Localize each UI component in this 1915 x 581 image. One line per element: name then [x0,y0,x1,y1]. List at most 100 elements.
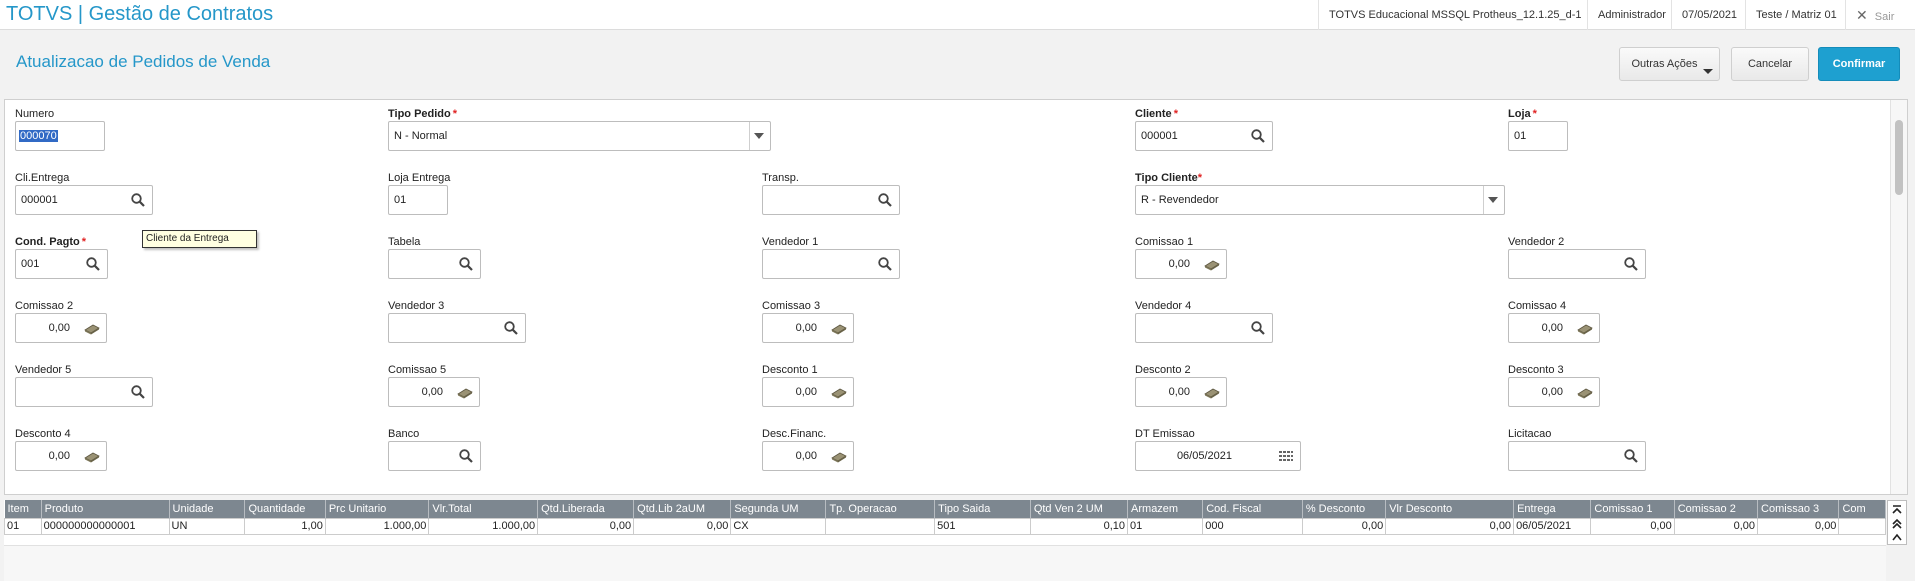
calculator-icon[interactable] [457,384,473,400]
column-header[interactable]: Qtd Ven 2 UM [1030,500,1129,518]
column-header[interactable]: % Desconto [1302,500,1387,518]
search-icon[interactable] [1250,320,1266,336]
transp-input[interactable] [762,185,900,215]
search-icon[interactable] [1250,128,1266,144]
banco-input[interactable] [388,441,481,471]
calculator-icon[interactable] [84,448,100,464]
vendedor1-input[interactable] [762,249,900,279]
comissao4-input[interactable]: 0,00 [1508,313,1600,343]
grid-cell[interactable]: UN [168,517,246,535]
desconto2-input[interactable]: 0,00 [1135,377,1227,407]
numero-input[interactable]: 000070 [15,121,105,151]
calculator-icon[interactable] [1577,384,1593,400]
grid-cell[interactable] [825,517,936,535]
search-icon[interactable] [130,192,146,208]
calculator-icon[interactable] [831,448,847,464]
column-header[interactable]: Com [1838,500,1886,518]
calculator-icon[interactable] [1204,256,1220,272]
calculator-icon[interactable] [831,320,847,336]
column-header[interactable]: Vlr.Total [428,500,539,518]
comissao3-input[interactable]: 0,00 [762,313,854,343]
calculator-icon[interactable] [1577,320,1593,336]
grid-cell[interactable]: 06/05/2021 [1513,517,1592,535]
column-header[interactable]: Item [4,500,42,518]
search-icon[interactable] [1623,448,1639,464]
scrollbar-thumb[interactable] [1895,120,1903,195]
grid-cell[interactable]: 000000000000001 [40,517,170,535]
licitacao-input[interactable] [1508,441,1646,471]
column-header[interactable]: Comissao 2 [1674,500,1759,518]
search-icon[interactable] [85,256,101,272]
cli-entrega-input[interactable]: 000001 [15,185,153,215]
comissao5-input[interactable]: 0,00 [388,377,480,407]
column-header[interactable]: Segunda UM [730,500,827,518]
confirm-button[interactable]: Confirmar [1818,47,1900,81]
column-header[interactable]: Prc Unitario [325,500,430,518]
grid-cell[interactable]: 0,10 [1029,517,1129,535]
column-header[interactable]: Comissao 3 [1757,500,1840,518]
search-icon[interactable] [877,192,893,208]
column-header[interactable]: Comissao 1 [1590,500,1675,518]
table-row[interactable]: 01 000000000000001 UN 1,00 1.000,00 1.00… [4,517,1886,535]
cond-pagto-input[interactable]: 001 [15,249,108,279]
first-record-icon[interactable] [1891,518,1903,530]
grid-cell[interactable]: 01 [1127,517,1204,535]
column-header[interactable]: Qtd.Liberada [537,500,635,518]
vendedor4-input[interactable] [1135,313,1273,343]
column-header[interactable]: Quantidade [244,500,326,518]
form-scrollbar[interactable] [1890,100,1907,494]
loja-input[interactable]: 01 [1508,121,1568,151]
calculator-icon[interactable] [1204,384,1220,400]
exit-button[interactable]: ✕ Sair [1845,0,1915,30]
calendar-icon[interactable] [1278,448,1294,464]
desconto4-input[interactable]: 0,00 [15,441,107,471]
desconto1-input[interactable]: 0,00 [762,377,854,407]
search-icon[interactable] [877,256,893,272]
grid-cell[interactable]: CX [730,517,827,535]
calculator-icon[interactable] [831,384,847,400]
desconto3-input[interactable]: 0,00 [1508,377,1600,407]
column-header[interactable]: Vlr Desconto [1385,500,1515,518]
search-icon[interactable] [130,384,146,400]
grid-cell[interactable]: 0,00 [1757,517,1840,535]
search-icon[interactable] [458,256,474,272]
vendedor5-input[interactable] [15,377,153,407]
scroll-up-small-icon[interactable] [1891,532,1903,542]
grid-cell[interactable]: 1.000,00 [324,517,430,535]
comissao2-input[interactable]: 0,00 [15,313,107,343]
grid-cell[interactable]: 0,00 [1590,517,1675,535]
outras-acoes-button[interactable]: Outras Ações [1619,47,1720,81]
dt-emissao-input[interactable]: 06/05/2021 [1135,441,1301,471]
comissao1-input[interactable]: 0,00 [1135,249,1227,279]
column-header[interactable]: Cod. Fiscal [1202,500,1303,518]
grid-cell[interactable]: 0,00 [633,517,732,535]
calculator-icon[interactable] [84,320,100,336]
grid-cell[interactable]: 501 [934,517,1031,535]
grid-cell[interactable]: 0,00 [1673,517,1759,535]
search-icon[interactable] [503,320,519,336]
loja-entrega-input[interactable]: 01 [388,185,448,215]
search-icon[interactable] [458,448,474,464]
grid-cell[interactable]: 000 [1202,517,1303,535]
desc-financ-input[interactable]: 0,00 [762,441,854,471]
cancel-button[interactable]: Cancelar [1731,47,1809,81]
column-header[interactable]: Armazem [1127,500,1204,518]
column-header[interactable]: Produto [41,500,170,518]
grid-cell[interactable]: 1.000,00 [428,517,539,535]
grid-cell[interactable]: 0,00 [1385,517,1515,535]
column-header[interactable]: Tipo Saida [934,500,1031,518]
grid-cell[interactable]: 1,00 [244,517,326,535]
column-header[interactable]: Tp. Operacao [825,500,936,518]
tipo-pedido-select[interactable]: N - Normal [388,121,771,151]
tipo-cliente-select[interactable]: R - Revendedor [1135,185,1505,215]
grid-cell[interactable]: 0,00 [1301,517,1387,535]
tabela-input[interactable] [388,249,481,279]
column-header[interactable]: Unidade [169,500,246,518]
cliente-input[interactable]: 000001 [1135,121,1273,151]
column-header[interactable]: Entrega [1513,500,1592,518]
grid-cell[interactable]: 0,00 [537,517,635,535]
vendedor2-input[interactable] [1508,249,1646,279]
vendedor3-input[interactable] [388,313,526,343]
search-icon[interactable] [1623,256,1639,272]
grid-cell[interactable]: 01 [4,517,42,535]
